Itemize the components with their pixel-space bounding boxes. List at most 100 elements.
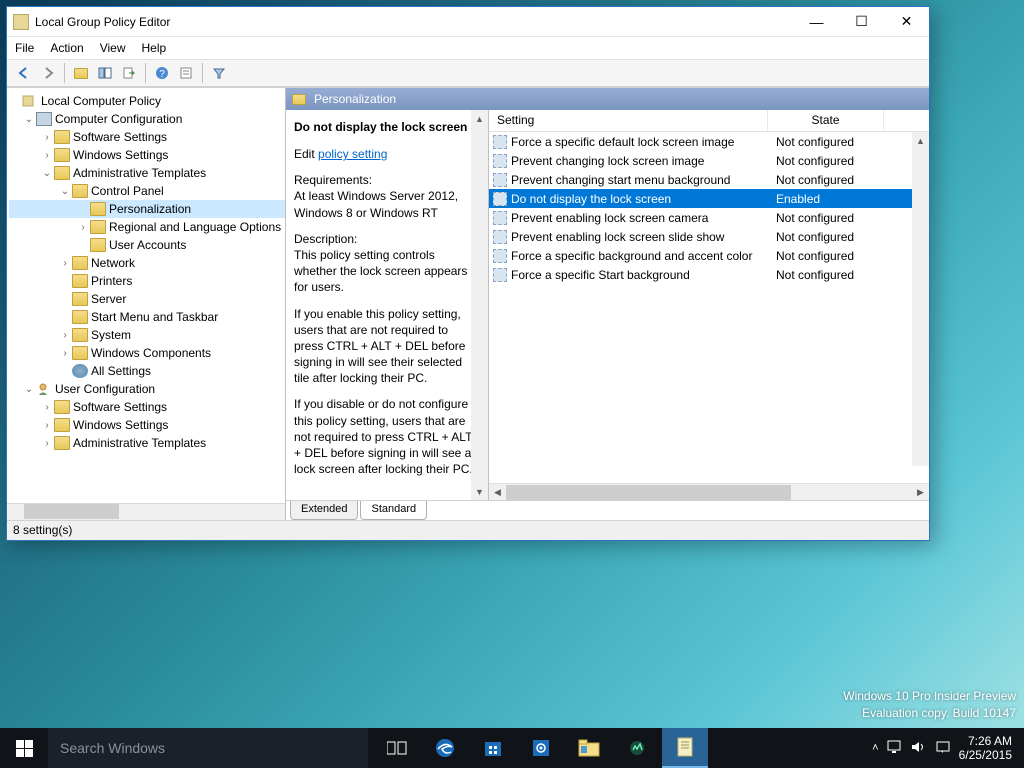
list-row[interactable]: Prevent enabling lock screen camera Not c… xyxy=(489,208,929,227)
scroll-up-icon[interactable]: ▲ xyxy=(912,132,929,149)
system-tray[interactable]: ˄ 7:26 AM 6/25/2015 xyxy=(864,734,1024,763)
tree-network[interactable]: ›Network xyxy=(9,254,285,272)
taskbar[interactable]: Search Windows ˄ 7:26 AM 6/25/2015 xyxy=(0,728,1024,768)
policy-state: Enabled xyxy=(768,192,884,206)
up-button[interactable] xyxy=(70,62,92,84)
close-button[interactable]: ✕ xyxy=(884,7,929,36)
toolbar-separator xyxy=(202,63,203,83)
tab-standard[interactable]: Standard xyxy=(360,501,427,520)
list-row[interactable]: Force a specific background and accent c… xyxy=(489,246,929,265)
path-label: Personalization xyxy=(314,92,396,106)
search-placeholder: Search Windows xyxy=(60,740,165,756)
back-button[interactable] xyxy=(13,62,35,84)
show-hide-tree-button[interactable] xyxy=(94,62,116,84)
explorer-icon[interactable] xyxy=(566,728,612,768)
volume-icon[interactable] xyxy=(911,740,927,757)
desc-vscroll[interactable]: ▲ ▼ xyxy=(471,110,488,500)
tree-uc-windows-settings[interactable]: ›Windows Settings xyxy=(9,416,285,434)
task-view-button[interactable] xyxy=(374,728,420,768)
menu-action[interactable]: Action xyxy=(50,41,83,55)
tree-control-panel[interactable]: ⌄Control Panel xyxy=(9,182,285,200)
toolbar-separator xyxy=(64,63,65,83)
maximize-button[interactable]: ☐ xyxy=(839,7,884,36)
gpedit-taskbar-icon[interactable] xyxy=(662,728,708,768)
list-row[interactable]: Prevent enabling lock screen slide show N… xyxy=(489,227,929,246)
policy-tree[interactable]: Local Computer Policy ⌄Computer Configur… xyxy=(7,88,285,503)
policy-state: Not configured xyxy=(768,135,884,149)
titlebar[interactable]: Local Group Policy Editor — ☐ ✕ xyxy=(7,7,929,37)
edge-icon[interactable] xyxy=(422,728,468,768)
tree-admin-templates[interactable]: ⌄Administrative Templates xyxy=(9,164,285,182)
start-button[interactable] xyxy=(0,728,48,768)
svg-text:?: ? xyxy=(159,69,165,80)
menu-file[interactable]: File xyxy=(15,41,34,55)
policy-state: Not configured xyxy=(768,249,884,263)
search-box[interactable]: Search Windows xyxy=(48,728,368,768)
tree-uc-admin-templates[interactable]: ›Administrative Templates xyxy=(9,434,285,452)
edit-line: Edit policy setting xyxy=(294,146,480,162)
clock[interactable]: 7:26 AM 6/25/2015 xyxy=(959,734,1016,763)
tree-software-settings[interactable]: ›Software Settings xyxy=(9,128,285,146)
list-row[interactable]: Do not display the lock screenEnabled xyxy=(489,189,929,208)
policy-state: Not configured xyxy=(768,230,884,244)
tree-regional-language[interactable]: ›Regional and Language Options xyxy=(9,218,285,236)
tree-all-settings[interactable]: All Settings xyxy=(9,362,285,380)
settings-icon[interactable] xyxy=(518,728,564,768)
col-state[interactable]: State xyxy=(768,110,884,131)
time: 7:26 AM xyxy=(959,734,1012,748)
forward-button[interactable] xyxy=(37,62,59,84)
policy-icon xyxy=(493,154,507,168)
tree-computer-config[interactable]: ⌄Computer Configuration xyxy=(9,110,285,128)
scroll-right-icon[interactable]: ▶ xyxy=(912,487,929,498)
tray-chevron-icon[interactable]: ˄ xyxy=(872,742,878,754)
network-icon[interactable] xyxy=(887,740,903,757)
description-pane: Do not display the lock screen Edit poli… xyxy=(286,110,489,500)
tree-windows-components[interactable]: ›Windows Components xyxy=(9,344,285,362)
policy-icon xyxy=(493,211,507,225)
store-icon[interactable] xyxy=(470,728,516,768)
list-row[interactable]: Prevent changing lock screen imageNot co… xyxy=(489,151,929,170)
policy-name: Prevent enabling lock screen camera xyxy=(511,211,708,225)
list-header[interactable]: Setting State xyxy=(489,110,929,132)
col-setting[interactable]: Setting xyxy=(489,110,768,131)
edit-policy-link[interactable]: policy setting xyxy=(318,147,387,161)
menubar: File Action View Help xyxy=(7,37,929,59)
app-icon[interactable] xyxy=(614,728,660,768)
scroll-left-icon[interactable]: ◀ xyxy=(489,487,506,498)
tree-start-menu-taskbar[interactable]: Start Menu and Taskbar xyxy=(9,308,285,326)
export-button[interactable] xyxy=(118,62,140,84)
list-row[interactable]: Prevent changing start menu backgroundNo… xyxy=(489,170,929,189)
filter-button[interactable] xyxy=(208,62,230,84)
tree-uc-software-settings[interactable]: ›Software Settings xyxy=(9,398,285,416)
tree-user-accounts[interactable]: User Accounts xyxy=(9,236,285,254)
tree-printers[interactable]: Printers xyxy=(9,272,285,290)
tab-extended[interactable]: Extended xyxy=(290,501,358,520)
policy-state: Not configured xyxy=(768,211,884,225)
list-vscroll[interactable]: ▲ xyxy=(912,132,929,466)
tree-system[interactable]: ›System xyxy=(9,326,285,344)
requirements: Requirements:At least Windows Server 201… xyxy=(294,172,480,221)
tree-server[interactable]: Server xyxy=(9,290,285,308)
list-hscroll[interactable]: ◀ ▶ xyxy=(489,483,929,500)
toolbar-separator xyxy=(145,63,146,83)
policy-name: Prevent changing lock screen image xyxy=(511,154,704,168)
tree-root[interactable]: Local Computer Policy xyxy=(9,92,285,110)
tree-hscroll[interactable] xyxy=(7,503,285,520)
list-row[interactable]: Force a specific default lock screen ima… xyxy=(489,132,929,151)
help-button[interactable]: ? xyxy=(151,62,173,84)
tree-personalization[interactable]: Personalization xyxy=(9,200,285,218)
menu-view[interactable]: View xyxy=(100,41,126,55)
policy-state: Not configured xyxy=(768,268,884,282)
scroll-up-icon[interactable]: ▲ xyxy=(471,110,488,127)
tree-user-config[interactable]: ⌄User Configuration xyxy=(9,380,285,398)
list-row[interactable]: Force a specific Start backgroundNot con… xyxy=(489,265,929,284)
properties-button[interactable] xyxy=(175,62,197,84)
tree-windows-settings[interactable]: ›Windows Settings xyxy=(9,146,285,164)
scroll-down-icon[interactable]: ▼ xyxy=(471,483,488,500)
minimize-button[interactable]: — xyxy=(794,7,839,36)
description-p2: If you enable this policy setting, users… xyxy=(294,306,480,387)
list-body[interactable]: Force a specific default lock screen ima… xyxy=(489,132,929,483)
notifications-icon[interactable] xyxy=(935,740,951,757)
menu-help[interactable]: Help xyxy=(142,41,167,55)
policy-name: Prevent enabling lock screen slide show xyxy=(511,230,724,244)
